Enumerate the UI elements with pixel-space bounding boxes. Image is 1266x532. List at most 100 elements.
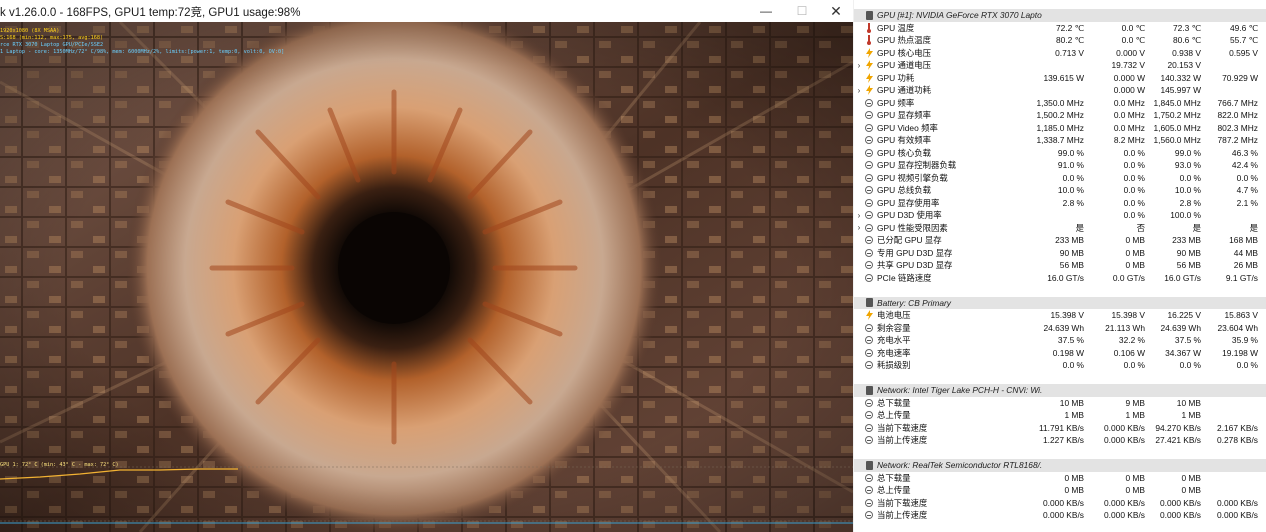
- thermometer-icon: [864, 22, 874, 33]
- osd-overlay: 1920x1080 (8X MSAA) S:168 (min:112, max:…: [0, 28, 284, 56]
- sensor-row[interactable]: 当前上传速度 1.227 KB/s 0.000 KB/s 27.421 KB/s 0.2…: [854, 434, 1266, 447]
- gauge-icon: [864, 173, 874, 183]
- sensor-label: 总下载量: [877, 472, 911, 483]
- value-avg: 822.0 MHz: [1217, 110, 1259, 121]
- value-max: 27.421 KB/s: [1155, 435, 1201, 446]
- value-min: 0.0 %: [1123, 210, 1145, 221]
- expand-chevron-icon[interactable]: ›: [854, 61, 864, 70]
- sensor-row[interactable]: 当前下载速度 0.000 KB/s 0.000 KB/s 0.000 KB/s 0.00…: [854, 497, 1266, 510]
- render-canvas: 1920x1080 (8X MSAA) S:168 (min:112, max:…: [0, 22, 853, 532]
- expand-chevron-icon[interactable]: ›: [854, 86, 864, 95]
- value-min: 8.2 MHz: [1113, 135, 1145, 146]
- hwinfo-sensor-panel[interactable]: GPU [#1]: NVIDIA GeForce RTX 3070 Lapto.…: [854, 0, 1266, 532]
- sensor-row[interactable]: GPU 显存频率 1,500.2 MHz 0.0 MHz 1,750.2 MHz 822…: [854, 109, 1266, 122]
- value-max: 16.225 V: [1167, 310, 1201, 321]
- sensor-row[interactable]: GPU 核心电压 0.713 V 0.000 V 0.938 V 0.595 V: [854, 47, 1266, 60]
- value-current: 24.639 Wh: [1043, 322, 1084, 333]
- sensor-row[interactable]: GPU 视频引擎负载 0.0 % 0.0 % 0.0 % 0.0 %: [854, 172, 1266, 185]
- sensor-row[interactable]: › GPU 通道电压 19.732 V 20.153 V: [854, 59, 1266, 72]
- sensor-row[interactable]: › GPU D3D 使用率 0.0 % 100.0 %: [854, 209, 1266, 222]
- sensor-row[interactable]: 充电速率 0.198 W 0.106 W 34.367 W 19.198 W: [854, 347, 1266, 360]
- sensor-row[interactable]: GPU 有效频率 1,338.7 MHz 8.2 MHz 1,560.0 MHz 787…: [854, 134, 1266, 147]
- sensor-row[interactable]: GPU 频率 1,350.0 MHz 0.0 MHz 1,845.0 MHz 766.7…: [854, 97, 1266, 110]
- sensor-row[interactable]: GPU 核心负载 99.0 % 0.0 % 99.0 % 46.3 %: [854, 147, 1266, 160]
- sensor-label: 当前下载速度: [877, 497, 928, 508]
- sensor-row[interactable]: 当前下载速度 11.791 KB/s 0.000 KB/s 94.270 KB/s 2.…: [854, 422, 1266, 435]
- sensor-group-header[interactable]: Network: Intel Tiger Lake PCH-H - CNVi: …: [854, 384, 1266, 397]
- value-min: 32.2 %: [1118, 335, 1145, 346]
- sensor-row[interactable]: GPU 显存使用率 2.8 % 0.0 % 2.8 % 2.1 %: [854, 197, 1266, 210]
- sensor-row[interactable]: 已分配 GPU 显存 233 MB 0 MB 233 MB 168 MB: [854, 234, 1266, 247]
- sensor-label: 已分配 GPU 显存: [877, 235, 942, 246]
- gauge-icon: [864, 510, 874, 520]
- sensor-row[interactable]: 总下载量 10 MB 9 MB 10 MB: [854, 397, 1266, 410]
- value-max: 0 MB: [1181, 485, 1201, 496]
- device-icon: [864, 460, 874, 470]
- value-max: 34.367 W: [1165, 347, 1201, 358]
- sensor-row[interactable]: 总上传量 1 MB 1 MB 1 MB: [854, 409, 1266, 422]
- value-avg: 26 MB: [1233, 260, 1258, 271]
- sensor-row[interactable]: GPU 显存控制器负载 91.0 % 0.0 % 93.0 % 42.4 %: [854, 159, 1266, 172]
- value-current: 1,338.7 MHz: [1036, 135, 1084, 146]
- sensor-row[interactable]: 当前上传速度 0.000 KB/s 0.000 KB/s 0.000 KB/s 0.00…: [854, 509, 1266, 522]
- temperature-line: [0, 468, 238, 480]
- sensor-row[interactable]: 共享 GPU D3D 显存 56 MB 0 MB 56 MB 26 MB: [854, 259, 1266, 272]
- sensor-row[interactable]: GPU 热点温度 80.2 ℃ 0.0 ℃ 80.6 ℃ 55.7 ℃: [854, 34, 1266, 47]
- sensor-row[interactable]: GPU 温度 72.2 ℃ 0.0 ℃ 72.3 ℃ 49.6 ℃: [854, 22, 1266, 35]
- voltage-icon: [864, 47, 874, 58]
- value-max: 10.0 %: [1174, 185, 1201, 196]
- value-min: 0.0 %: [1123, 172, 1145, 183]
- sensor-row[interactable]: 专用 GPU D3D 显存 90 MB 0 MB 90 MB 44 MB: [854, 247, 1266, 260]
- value-min: 0.000 W: [1113, 72, 1145, 83]
- sensor-label: 当前上传速度: [877, 510, 928, 521]
- value-avg: 70.929 W: [1222, 72, 1258, 83]
- gauge-icon: [864, 160, 874, 170]
- sensor-row[interactable]: GPU Video 频率 1,185.0 MHz 0.0 MHz 1,605.0 MH…: [854, 122, 1266, 135]
- sensor-row[interactable]: › GPU 性能受限因素 是 否 是 是: [854, 222, 1266, 235]
- value-current: 0.198 W: [1052, 347, 1084, 358]
- value-avg: 0.0 %: [1236, 360, 1258, 371]
- minimize-button[interactable]: —: [748, 0, 784, 22]
- sensor-group-title: Network: Intel Tiger Lake PCH-H - CNVi: …: [877, 385, 1042, 396]
- sensor-row[interactable]: 总下载量 0 MB 0 MB 0 MB: [854, 472, 1266, 485]
- value-min: 0.0 ℃: [1121, 35, 1145, 46]
- value-avg: 19.198 W: [1222, 347, 1258, 358]
- value-avg: 15.863 V: [1224, 310, 1258, 321]
- value-max: 0.0 %: [1179, 360, 1201, 371]
- value-avg: 168 MB: [1229, 235, 1258, 246]
- window-titlebar[interactable]: k v1.26.0.0 - 168FPS, GPU1 temp:72竞, GPU…: [0, 0, 853, 22]
- value-avg: 9.1 GT/s: [1225, 272, 1258, 283]
- expand-chevron-icon[interactable]: ›: [854, 223, 864, 232]
- osd-resolution: 1920x1080 (8X MSAA): [0, 28, 60, 34]
- gauge-icon: [864, 248, 874, 258]
- sensor-row[interactable]: 电池电压 15.398 V 15.398 V 16.225 V 15.863 V: [854, 309, 1266, 322]
- sensor-row[interactable]: 剩余容量 24.639 Wh 21.113 Wh 24.639 Wh 23.604 Wh: [854, 322, 1266, 335]
- sensor-row[interactable]: PCIe 链路速度 16.0 GT/s 0.0 GT/s 16.0 GT/s 9.1 G…: [854, 272, 1266, 285]
- expand-chevron-icon[interactable]: ›: [854, 211, 864, 220]
- device-icon: [864, 10, 874, 20]
- gauge-icon: [864, 110, 874, 120]
- close-button[interactable]: ✕: [818, 0, 854, 22]
- sensor-row[interactable]: GPU 总线负载 10.0 % 0.0 % 10.0 % 4.7 %: [854, 184, 1266, 197]
- value-avg: 46.3 %: [1231, 147, 1258, 158]
- sensor-group-header[interactable]: GPU [#1]: NVIDIA GeForce RTX 3070 Lapto.…: [854, 9, 1266, 22]
- sensor-label: GPU 热点温度: [877, 35, 931, 46]
- value-max: 37.5 %: [1174, 335, 1201, 346]
- sensor-label: GPU 温度: [877, 22, 915, 33]
- maximize-button[interactable]: ☐: [784, 0, 820, 22]
- sensor-row[interactable]: 总上传量 0 MB 0 MB 0 MB: [854, 484, 1266, 497]
- sensor-row[interactable]: 充电水平 37.5 % 32.2 % 37.5 % 35.9 %: [854, 334, 1266, 347]
- value-current: 233 MB: [1055, 235, 1084, 246]
- value-max: 0.000 KB/s: [1160, 497, 1201, 508]
- sensor-label: 总上传量: [877, 410, 911, 421]
- sensor-row[interactable]: › GPU 通道功耗 0.000 W 145.997 W: [854, 84, 1266, 97]
- sensor-row[interactable]: GPU 功耗 139.615 W 0.000 W 140.332 W 70.929 W: [854, 72, 1266, 85]
- sensor-group-header[interactable]: Battery: CB Primary: [854, 296, 1266, 309]
- value-max: 100.0 %: [1170, 210, 1201, 221]
- sensor-group-header[interactable]: Network: RealTek Semiconductor RTL8168/.…: [854, 459, 1266, 472]
- sensor-row[interactable]: 耗损级别 0.0 % 0.0 % 0.0 % 0.0 %: [854, 359, 1266, 372]
- sensor-label: GPU 总线负载: [877, 185, 931, 196]
- value-max: 1,605.0 MHz: [1153, 122, 1201, 133]
- value-current: 0.0 %: [1062, 172, 1084, 183]
- value-min: 0.0 %: [1123, 197, 1145, 208]
